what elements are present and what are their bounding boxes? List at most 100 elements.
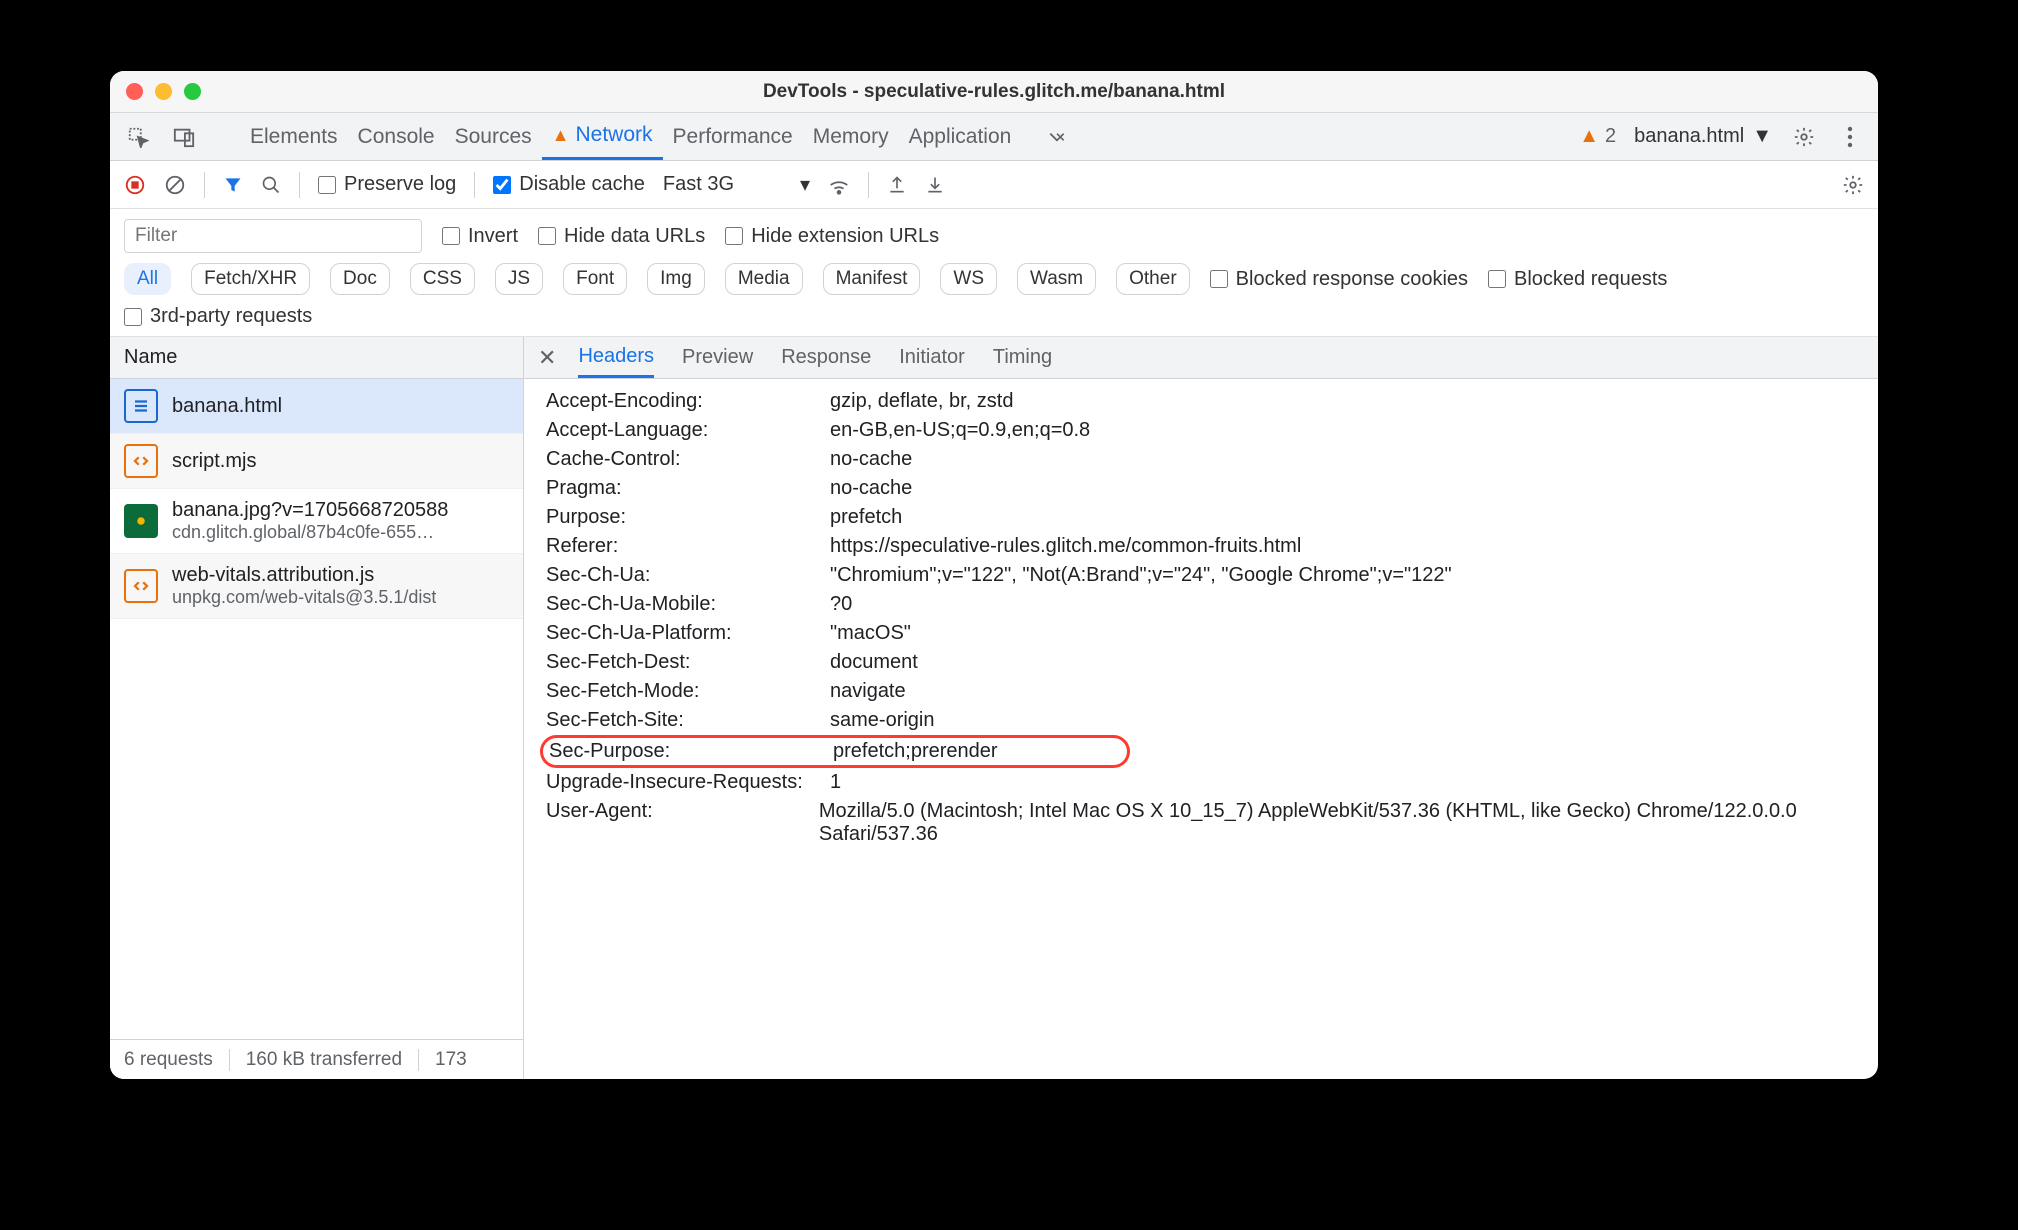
- issues-badge[interactable]: ▲ 2: [1579, 125, 1616, 148]
- dropdown-icon: ▼: [1752, 125, 1772, 148]
- filter-chip-other[interactable]: Other: [1116, 263, 1190, 295]
- record-button[interactable]: [124, 174, 146, 196]
- invert-checkbox[interactable]: Invert: [442, 225, 518, 248]
- headers-panel[interactable]: Accept-Encoding:gzip, deflate, br, zstdA…: [524, 379, 1878, 1079]
- detail-tab-initiator[interactable]: Initiator: [899, 337, 965, 378]
- detail-tab-headers[interactable]: Headers: [578, 337, 654, 378]
- request-row[interactable]: script.mjs: [110, 434, 523, 489]
- header-row: Purpose:prefetch: [546, 503, 1878, 532]
- detail-tab-preview[interactable]: Preview: [682, 337, 753, 378]
- header-value: navigate: [830, 680, 906, 703]
- hide-data-urls-label: Hide data URLs: [564, 225, 705, 248]
- header-row: Referer:https://speculative-rules.glitch…: [546, 532, 1878, 561]
- close-details-icon[interactable]: ✕: [538, 345, 556, 371]
- device-toolbar-icon[interactable]: [170, 123, 198, 151]
- kebab-menu-icon[interactable]: [1836, 123, 1864, 151]
- status-bar: 6 requests 160 kB transferred 173: [110, 1039, 523, 1079]
- filter-chip-doc[interactable]: Doc: [330, 263, 390, 295]
- detail-tab-response[interactable]: Response: [781, 337, 871, 378]
- more-tabs-icon[interactable]: [1043, 123, 1071, 151]
- header-row: Cache-Control:no-cache: [546, 445, 1878, 474]
- import-har-icon[interactable]: [925, 175, 945, 195]
- request-name: script.mjs: [172, 450, 256, 473]
- settings-icon[interactable]: [1790, 123, 1818, 151]
- header-row: Sec-Ch-Ua-Mobile:?0: [546, 590, 1878, 619]
- tab-sources[interactable]: Sources: [445, 113, 542, 160]
- header-name: Accept-Language:: [546, 419, 830, 442]
- frame-selector[interactable]: banana.html ▼: [1634, 125, 1772, 148]
- blocked-requests-checkbox[interactable]: Blocked requests: [1488, 268, 1667, 291]
- hide-extension-urls-checkbox[interactable]: Hide extension URLs: [725, 225, 939, 248]
- tab-memory[interactable]: Memory: [803, 113, 899, 160]
- detail-tabs: ✕ Headers Preview Response Initiator Timing: [524, 337, 1878, 379]
- inspect-element-icon[interactable]: [124, 123, 152, 151]
- header-name: Accept-Encoding:: [546, 390, 830, 413]
- blocked-response-cookies-checkbox[interactable]: Blocked response cookies: [1210, 268, 1468, 291]
- third-party-checkbox[interactable]: 3rd-party requests: [124, 305, 312, 328]
- header-row: Accept-Encoding:gzip, deflate, br, zstd: [546, 387, 1878, 416]
- header-value: no-cache: [830, 448, 912, 471]
- filter-chip-js[interactable]: JS: [495, 263, 543, 295]
- header-name: Sec-Fetch-Mode:: [546, 680, 830, 703]
- filter-chip-media[interactable]: Media: [725, 263, 803, 295]
- disable-cache-label: Disable cache: [519, 173, 645, 196]
- filter-chip-wasm[interactable]: Wasm: [1017, 263, 1096, 295]
- dropdown-icon: ▾: [800, 172, 810, 197]
- header-name: Sec-Ch-Ua-Mobile:: [546, 593, 830, 616]
- window-title: DevTools - speculative-rules.glitch.me/b…: [110, 81, 1878, 103]
- warning-icon: ▲: [552, 125, 570, 146]
- tab-label: Console: [358, 125, 435, 149]
- request-name: web-vitals.attribution.js: [172, 564, 436, 587]
- request-row[interactable]: web-vitals.attribution.jsunpkg.com/web-v…: [110, 554, 523, 619]
- filter-chip-ws[interactable]: WS: [940, 263, 997, 295]
- tab-label: Sources: [455, 125, 532, 149]
- preserve-log-label: Preserve log: [344, 173, 456, 196]
- request-row[interactable]: banana.html: [110, 379, 523, 434]
- frame-label: banana.html: [1634, 125, 1744, 148]
- header-row: Sec-Purpose:prefetch;prerender: [540, 735, 1130, 768]
- header-value: no-cache: [830, 477, 912, 500]
- name-column-header[interactable]: Name: [110, 337, 523, 379]
- header-row: Sec-Fetch-Dest:document: [546, 648, 1878, 677]
- titlebar: DevTools - speculative-rules.glitch.me/b…: [110, 71, 1878, 113]
- request-name: banana.html: [172, 395, 282, 418]
- request-row[interactable]: banana.jpg?v=1705668720588cdn.glitch.glo…: [110, 489, 523, 554]
- filter-chip-font[interactable]: Font: [563, 263, 627, 295]
- filter-chip-img[interactable]: Img: [647, 263, 705, 295]
- search-icon[interactable]: [261, 175, 281, 195]
- request-domain: unpkg.com/web-vitals@3.5.1/dist: [172, 587, 436, 608]
- network-conditions-icon[interactable]: [828, 174, 850, 196]
- header-name: Sec-Fetch-Site:: [546, 709, 830, 732]
- panel-settings-icon[interactable]: [1842, 174, 1864, 196]
- preserve-log-checkbox[interactable]: Preserve log: [318, 173, 456, 196]
- request-domain: cdn.glitch.global/87b4c0fe-655…: [172, 522, 448, 543]
- tab-elements[interactable]: Elements: [240, 113, 348, 160]
- filter-chip-manifest[interactable]: Manifest: [823, 263, 921, 295]
- filter-chip-fetchxhr[interactable]: Fetch/XHR: [191, 263, 310, 295]
- header-name: Purpose:: [546, 506, 830, 529]
- tab-network[interactable]: ▲Network: [542, 113, 663, 160]
- disable-cache-checkbox[interactable]: Disable cache: [493, 173, 645, 196]
- warning-icon: ▲: [1579, 125, 1599, 148]
- header-name: Sec-Fetch-Dest:: [546, 651, 830, 674]
- export-har-icon[interactable]: [887, 175, 907, 195]
- content-area: Name banana.html script.mjs banana.jpg?v=1…: [110, 337, 1878, 1079]
- tab-application[interactable]: Application: [899, 113, 1022, 160]
- filter-input[interactable]: [124, 219, 422, 253]
- details-pane: ✕ HeadersPreviewResponseInitiatorTiming …: [524, 337, 1878, 1079]
- header-value: same-origin: [830, 709, 934, 732]
- tab-performance[interactable]: Performance: [663, 113, 803, 160]
- third-party-label: 3rd-party requests: [150, 305, 312, 328]
- throttling-selector[interactable]: Fast 3G ▾: [663, 172, 810, 197]
- clear-button[interactable]: [164, 174, 186, 196]
- header-name: Sec-Ch-Ua:: [546, 564, 830, 587]
- header-name: Sec-Ch-Ua-Platform:: [546, 622, 830, 645]
- tab-console[interactable]: Console: [348, 113, 445, 160]
- filter-chip-css[interactable]: CSS: [410, 263, 475, 295]
- detail-tab-timing[interactable]: Timing: [993, 337, 1052, 378]
- filter-chip-all[interactable]: All: [124, 263, 171, 295]
- hide-data-urls-checkbox[interactable]: Hide data URLs: [538, 225, 705, 248]
- filter-icon[interactable]: [223, 175, 243, 195]
- header-value: 1: [830, 771, 841, 794]
- tab-label: Memory: [813, 125, 889, 149]
